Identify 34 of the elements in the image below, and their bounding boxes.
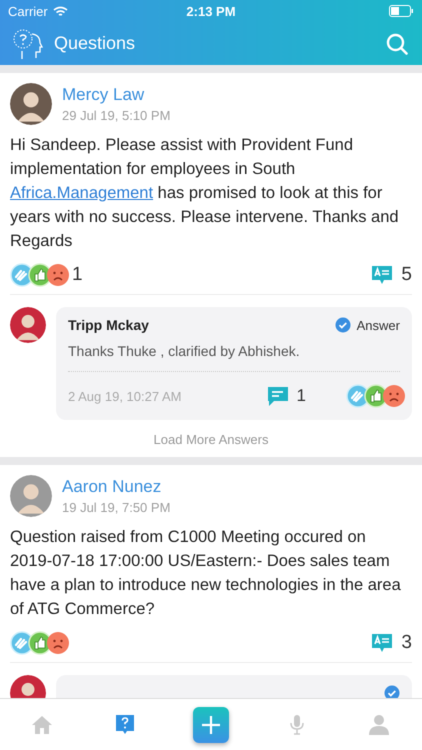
carrier-label: Carrier [8, 4, 48, 18]
wifi-icon [52, 6, 68, 16]
add-button[interactable] [192, 706, 229, 742]
post-date: 19 Jul 19, 7:50 PM [62, 500, 170, 515]
author-name[interactable]: Aaron Nunez [62, 477, 170, 497]
author-name[interactable]: Tripp Mckay [68, 317, 335, 333]
status-time: 2:13 PM [185, 4, 237, 18]
battery-icon [388, 5, 414, 17]
sad-face-icon [46, 262, 70, 286]
question-text: Question raised from C1000 Meeting occured on 2019-07-18 17:00:00 US/Eastern:- Does sales team have a plan to introduce new technologies in the area of ATG Commerce? [10, 527, 402, 620]
comment-icon[interactable] [266, 385, 289, 407]
sad-face-icon [46, 630, 70, 654]
answer-count: 3 [401, 632, 412, 654]
post-date: 29 Jul 19, 5:10 PM [62, 108, 170, 123]
comment-count: 1 [296, 386, 306, 406]
reaction-count: 1 [72, 264, 83, 286]
load-more-link[interactable]: Load More Answers [10, 420, 412, 457]
avatar [10, 307, 46, 343]
search-icon[interactable] [386, 32, 408, 54]
answers-icon[interactable] [371, 632, 394, 654]
sad-face-icon [382, 384, 406, 408]
screen-title: Questions [54, 33, 136, 54]
answer-date: 2 Aug 19, 10:27 AM [68, 388, 182, 404]
author-name[interactable]: Mercy Law [62, 85, 170, 105]
avatar [10, 475, 52, 517]
answer-label: Answer [356, 318, 400, 332]
head-question-icon [12, 28, 44, 60]
link[interactable]: Africa.Management [10, 184, 154, 202]
question-text: Hi Sandeep. Please assist with Provident Fund implementation for employees in South Africa.Management has promised to look at this for years with no success. Please intervene. Thanks and Regards [10, 135, 400, 252]
answer-text: Thanks Thuke , clarified by Abhishek. [68, 343, 400, 372]
avatar [10, 83, 52, 125]
answers-icon[interactable] [371, 264, 394, 286]
answer-count: 5 [401, 264, 412, 286]
plus-icon [200, 714, 221, 734]
